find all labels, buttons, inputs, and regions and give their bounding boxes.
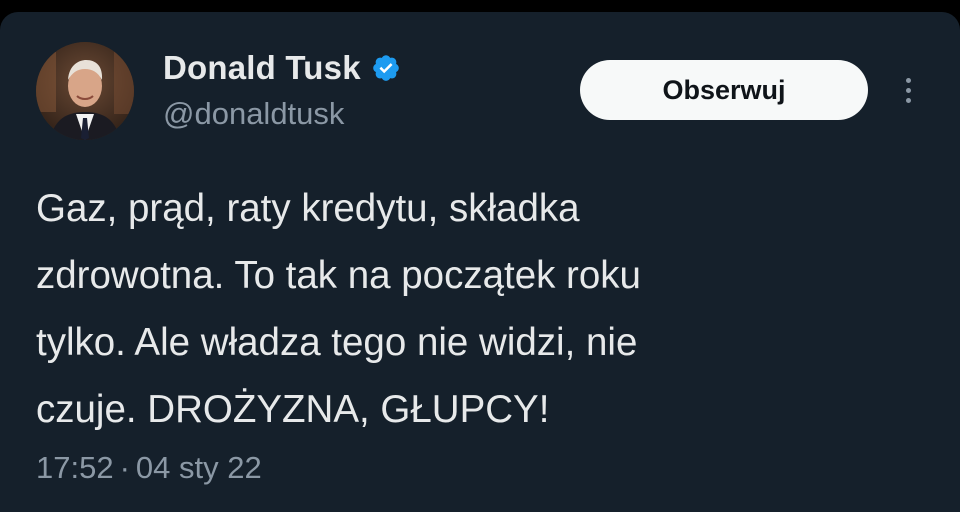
more-vertical-icon[interactable] xyxy=(896,70,920,110)
meta-separator: · xyxy=(119,450,130,485)
tweet-text-line: czuje. DROŻYZNA, GŁUPCY! xyxy=(36,388,550,431)
tweet-date: 04 sty 22 xyxy=(135,450,262,485)
avatar[interactable] xyxy=(36,42,134,140)
tweet-timestamp[interactable]: 17:52 · 04 sty 22 xyxy=(36,450,262,486)
profile-photo xyxy=(36,42,134,140)
verified-badge-icon xyxy=(372,55,399,81)
tweet-text-line: zdrowotna. To tak na początek roku xyxy=(36,254,641,297)
author-name-row: Donald Tusk xyxy=(163,46,401,90)
tweet-card: Donald Tusk @donaldtusk Obserwuj Gaz, pr… xyxy=(0,12,960,512)
more-dot xyxy=(905,97,911,103)
author-handle[interactable]: @donaldtusk xyxy=(163,96,344,132)
tweet-text-line: Gaz, prąd, raty kredytu, składka xyxy=(36,187,580,230)
more-dot xyxy=(905,77,911,83)
tweet-time: 17:52 xyxy=(36,450,114,485)
follow-button[interactable]: Obserwuj xyxy=(580,60,868,120)
tweet-text: Gaz, prąd, raty kredytu, składka zdrowot… xyxy=(36,175,916,443)
author-display-name[interactable]: Donald Tusk xyxy=(163,49,361,87)
screenshot-frame: Donald Tusk @donaldtusk Obserwuj Gaz, pr… xyxy=(0,0,960,512)
more-dot xyxy=(905,87,911,93)
tweet-text-line: tylko. Ale władza tego nie widzi, nie xyxy=(36,321,638,364)
